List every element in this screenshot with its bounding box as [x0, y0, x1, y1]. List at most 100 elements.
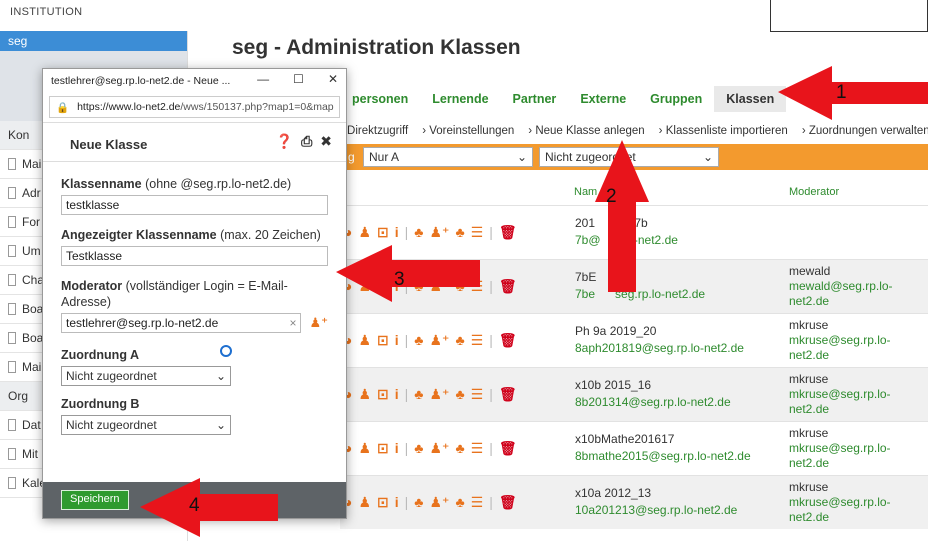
class-email[interactable]: 8aph201819@seg.rp.lo-net2.de: [575, 341, 744, 355]
tab-lernende[interactable]: Lernende: [420, 86, 500, 112]
assign-b-select[interactable]: Nicht zugeordnet ⌄: [61, 415, 231, 435]
maximize-icon[interactable]: ☐: [293, 72, 304, 86]
list-icon[interactable]: ☰: [471, 332, 484, 349]
trash-icon[interactable]: 🗑: [499, 494, 517, 511]
users-swap-icon[interactable]: ♣: [455, 278, 464, 295]
users-swap-icon[interactable]: ♣: [455, 494, 464, 511]
user-card-icon[interactable]: ♟: [358, 440, 371, 457]
popup-titlebar[interactable]: testlehrer@seg.rp.lo-net2.de - Neue ... …: [43, 69, 346, 93]
tab-personen[interactable]: personen: [340, 86, 420, 112]
clear-icon[interactable]: ×: [289, 316, 296, 330]
user-card-icon[interactable]: ♟: [358, 332, 371, 349]
label-hint: (ohne @seg.rp.lo-net2.de): [145, 177, 292, 191]
user-card-icon[interactable]: ♟: [358, 386, 371, 403]
add-user-icon[interactable]: ♟⁺: [429, 332, 449, 349]
users-icon[interactable]: ♣: [414, 224, 423, 241]
moderator-email[interactable]: mkruse@seg.rp.lo-net2.de: [789, 441, 919, 471]
users-icon[interactable]: ♣: [414, 440, 423, 457]
list-icon[interactable]: ☰: [471, 386, 484, 403]
box-icon[interactable]: ⊡: [377, 386, 389, 403]
trash-icon[interactable]: 🗑: [499, 440, 517, 457]
list-icon[interactable]: ☰: [471, 440, 484, 457]
list-icon[interactable]: ☰: [471, 494, 484, 511]
tab-klassen[interactable]: Klassen: [714, 86, 787, 112]
users-icon[interactable]: ♣: [414, 332, 423, 349]
annotation-number-2: 2: [606, 186, 617, 207]
box-icon[interactable]: ⊡: [377, 332, 389, 349]
users-swap-icon[interactable]: ♣: [455, 440, 464, 457]
user-card-icon[interactable]: ♟: [358, 494, 371, 511]
filter-select-a[interactable]: Nur A ⌄: [363, 147, 533, 167]
tab-gruppen[interactable]: Gruppen: [638, 86, 714, 112]
column-header-name[interactable]: Nam: [574, 186, 597, 198]
trash-icon[interactable]: 🗑: [499, 278, 517, 295]
doc-icon: [8, 158, 16, 170]
link-zuordnungen[interactable]: › Zuordnungen verwalten: [802, 125, 928, 137]
box-icon[interactable]: ⊡: [377, 494, 389, 511]
class-email[interactable]: 7be seg.rp.lo-net2.de: [575, 287, 705, 301]
list-icon[interactable]: ☰: [471, 278, 484, 295]
divider: |: [489, 278, 493, 294]
tab-externe[interactable]: Externe: [568, 86, 638, 112]
info-icon[interactable]: i: [395, 386, 399, 403]
moderator-email[interactable]: mkruse@seg.rp.lo-net2.de: [789, 495, 919, 525]
tab-partner[interactable]: Partner: [501, 86, 569, 112]
classname-input[interactable]: testklasse: [61, 195, 328, 215]
doc-icon: [8, 274, 16, 286]
info-icon[interactable]: i: [395, 440, 399, 457]
link-voreinstellungen[interactable]: › Voreinstellungen: [422, 125, 514, 137]
moderator-email[interactable]: mkruse@seg.rp.lo-net2.de: [789, 387, 919, 417]
add-user-icon[interactable]: ♟⁺: [429, 440, 449, 457]
users-icon[interactable]: ♣: [414, 494, 423, 511]
trash-icon[interactable]: 🗑: [499, 332, 517, 349]
class-email[interactable]: 7b@ o.lo-net2.de: [575, 233, 678, 247]
save-button[interactable]: Speichern: [61, 490, 129, 510]
trash-icon[interactable]: 🗑: [499, 224, 517, 241]
box-icon[interactable]: ⊡: [377, 224, 389, 241]
users-swap-icon[interactable]: ♣: [455, 224, 464, 241]
close-icon[interactable]: ✕: [328, 72, 338, 86]
moderator-input[interactable]: testlehrer@seg.rp.lo-net2.de ×: [61, 313, 302, 333]
table-row: ◕ ♟ ⊡ i | ♣ ♟⁺ ♣ ☰ | 🗑 7bE 7be seg.rp.lo-net2.de me…: [340, 259, 928, 313]
close-icon[interactable]: ✖: [320, 133, 332, 150]
users-swap-icon[interactable]: ♣: [455, 386, 464, 403]
display-name-input[interactable]: Testklasse: [61, 246, 328, 266]
box-icon[interactable]: ⊡: [377, 278, 389, 295]
add-user-icon[interactable]: ♟⁺: [429, 224, 449, 241]
trash-icon[interactable]: 🗑: [499, 386, 517, 403]
link-direktzugriff[interactable]: › Direktzugriff: [340, 125, 408, 137]
link-neue-klasse[interactable]: › Neue Klasse anlegen: [528, 125, 644, 137]
class-email[interactable]: 8bmathe2015@seg.rp.lo-net2.de: [575, 449, 751, 463]
class-email[interactable]: 8b201314@seg.rp.lo-net2.de: [575, 395, 731, 409]
info-icon[interactable]: i: [395, 224, 399, 241]
info-icon[interactable]: i: [395, 494, 399, 511]
box-icon[interactable]: ⊡: [377, 440, 389, 457]
list-icon[interactable]: ☰: [471, 224, 484, 241]
sidebar-header[interactable]: seg: [0, 31, 187, 51]
minimize-icon[interactable]: —: [257, 72, 269, 86]
print-icon[interactable]: ⎙: [301, 133, 312, 150]
users-swap-icon[interactable]: ♣: [455, 332, 464, 349]
assign-a-select[interactable]: Nicht zugeordnet ⌄: [61, 366, 231, 386]
users-icon[interactable]: ♣: [414, 278, 423, 295]
info-icon[interactable]: i: [395, 332, 399, 349]
moderator-email[interactable]: mkruse@seg.rp.lo-net2.de: [789, 333, 919, 363]
url-bar[interactable]: 🔒 https://www.lo-net2.de/wws/150137.php?…: [49, 96, 340, 118]
moderator-email[interactable]: mewald@seg.rp.lo-net2.de: [789, 279, 919, 309]
column-header-moderator[interactable]: Moderator: [789, 186, 839, 198]
help-icon[interactable]: ❓: [276, 133, 293, 150]
label-text: Zuordnung B: [61, 397, 140, 411]
user-card-icon[interactable]: ♟: [358, 278, 371, 295]
add-user-icon[interactable]: ♟⁺: [429, 386, 449, 403]
doc-icon: [8, 303, 16, 315]
add-user-icon[interactable]: ♟⁺: [309, 315, 328, 331]
add-user-icon[interactable]: ♟⁺: [429, 278, 449, 295]
users-icon[interactable]: ♣: [414, 386, 423, 403]
field-label-display-name: Angezeigter Klassenname (max. 20 Zeichen…: [61, 227, 328, 243]
filter-select-b[interactable]: Nicht zugeordnet ⌄: [539, 147, 719, 167]
add-user-icon[interactable]: ♟⁺: [429, 494, 449, 511]
link-klassenliste-importieren[interactable]: › Klassenliste importieren: [659, 125, 788, 137]
class-name-text: 7bE: [575, 270, 597, 284]
class-email[interactable]: 10a201213@seg.rp.lo-net2.de: [575, 503, 737, 517]
user-card-icon[interactable]: ♟: [358, 224, 371, 241]
